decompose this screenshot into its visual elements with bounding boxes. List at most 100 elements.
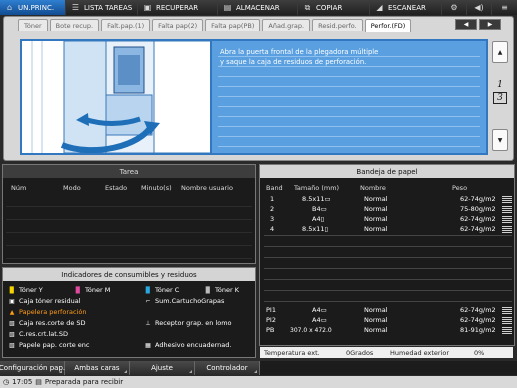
nav-recall-button[interactable]: ▣ RECUPERAR — [138, 0, 218, 15]
spine-staple-icon: ⊥ — [145, 319, 151, 327]
page-current: 1 — [497, 80, 503, 90]
scan-icon: ◢ — [376, 3, 383, 12]
temperature-label: Temperatura ext. — [264, 348, 320, 357]
cover-trim-icon: ▧ — [9, 341, 15, 349]
humidity-value: 0% — [474, 348, 485, 357]
adjustment-button[interactable]: Ajuste — [130, 361, 195, 375]
nav-copy-button[interactable]: ⧉ COPIAR — [298, 0, 370, 15]
tray-column-header: Nombre — [360, 184, 386, 192]
waste-toner-icon: ▣ — [9, 297, 15, 305]
arrow-left-icon: ◀ — [463, 21, 469, 28]
consumables-title: Indicadores de consumibles y residuos — [3, 268, 255, 281]
job-column-header: Estado — [105, 184, 128, 192]
tray-column-header: Tamaño (mm) — [294, 184, 340, 192]
job-column-header: Nombre usuario — [181, 184, 233, 192]
job-panel-title: Tarea — [3, 165, 255, 178]
nav-label: ALMACENAR — [236, 3, 280, 12]
consumable-item: ⌐ Sum.CartuchoGrapas — [143, 297, 224, 305]
job-list[interactable] — [6, 194, 252, 260]
tray-row[interactable]: 1 8.5x11▭ Normal 62-74g/m2 — [264, 195, 512, 204]
copy-icon: ⧉ — [304, 2, 311, 12]
consumable-item: ▧ Caja res.corte de SD — [7, 319, 85, 327]
toner-m-icon: ▉ — [75, 286, 81, 294]
store-icon: ▤ — [223, 3, 232, 12]
page-indicator: 1 3 — [492, 63, 508, 121]
tab-waste-box[interactable]: Bote recup. — [49, 19, 100, 31]
tab-punch-waste[interactable]: Resid.perfo. — [312, 19, 363, 31]
menu-icon: ≡ — [501, 3, 508, 12]
guidance-window: Tóner Bote recup. Falt.pap.(1) Falta pap… — [3, 16, 514, 161]
guidance-line — [218, 127, 480, 137]
tab-scroll-right-button[interactable]: ▶ — [479, 19, 501, 30]
glue-icon: ▦ — [145, 341, 151, 349]
consumables-panel: Indicadores de consumibles y residuos ▉ T… — [2, 267, 256, 358]
duplex-button[interactable]: Ambas caras — [65, 361, 130, 375]
home-icon: ⌂ — [6, 3, 13, 12]
guidance-line — [218, 67, 480, 77]
staple-icon: ⌐ — [145, 297, 151, 305]
temperature-value: 0Grados — [346, 348, 374, 357]
tab-paper-out-1[interactable]: Falt.pap.(1) — [101, 19, 151, 31]
tray-row[interactable]: 2 B4▭ Normal 75-80g/m2 — [264, 205, 512, 214]
paper-level-icon — [502, 206, 512, 213]
tray-row[interactable]: PI1 A4▭ Normal 62-74g/m2 — [264, 306, 512, 315]
consumable-item: ▉ Tóner K — [203, 286, 239, 294]
consumable-item: ▦ Adhesivo encuadernad. — [143, 341, 231, 349]
nav-job-list-button[interactable]: ☰ LISTA TAREAS — [66, 0, 138, 15]
list-icon: ☰ — [71, 3, 80, 12]
consumable-item: ▉ Tóner C — [143, 286, 180, 294]
status-time: 17:05 — [12, 378, 33, 386]
tray-row[interactable]: PB 307.0 x 472.0 Normal 81-91g/m2 — [264, 326, 512, 335]
paper-setting-button[interactable]: Configuración pap. — [0, 361, 65, 375]
recall-icon: ▣ — [143, 3, 152, 12]
guidance-line — [218, 97, 480, 107]
paper-level-icon — [502, 226, 512, 233]
job-column-header: Minuto(s) — [141, 184, 172, 192]
guidance-line — [218, 137, 480, 147]
consumable-item: ▣ Caja tóner residual — [7, 297, 80, 305]
page-up-button[interactable]: ▲ — [492, 41, 508, 63]
nav-label: LISTA TAREAS — [84, 3, 133, 12]
nav-scan-button[interactable]: ◢ ESCANEAR — [370, 0, 442, 15]
paper-tray-title: Bandeja de papel — [260, 165, 514, 178]
tab-scroll-left-button[interactable]: ◀ — [455, 19, 477, 30]
menu-button[interactable]: ≡ — [492, 0, 517, 15]
bottom-toolbar: Configuración pap. Ambas caras Ajuste Co… — [0, 361, 517, 375]
settings-button[interactable]: ⚙ — [442, 0, 467, 15]
page-total: 3 — [493, 92, 507, 104]
tray-row[interactable]: PI2 A4▭ Normal 62-74g/m2 — [264, 316, 512, 325]
printer-icon: ▤ — [35, 378, 42, 386]
nav-label: ESCANEAR — [388, 3, 426, 12]
nav-label: RECUPERAR — [156, 3, 199, 12]
paper-level-icon — [502, 216, 512, 223]
arrow-up-icon: ▲ — [497, 48, 503, 56]
tab-toner[interactable]: Tóner — [18, 19, 48, 31]
guidance-text: Abra la puerta frontal de la plegadora m… — [218, 47, 480, 147]
volume-button[interactable]: ◀) — [467, 0, 492, 15]
tab-paper-out-pb[interactable]: Falta pap(PB) — [205, 19, 261, 31]
tab-punch-fd[interactable]: Perfor.(FD) — [364, 19, 412, 32]
toner-y-icon: ▉ — [9, 286, 15, 294]
tray-column-header: Band — [266, 184, 283, 192]
status-message: Preparada para recibir — [44, 378, 124, 386]
status-bar: ◷ 17:05 ▤ Preparada para recibir — [0, 376, 517, 388]
environment-status: Temperatura ext. 0Grados Humedad exterio… — [260, 347, 513, 358]
job-column-header: Núm — [11, 184, 27, 192]
top-navigation: ⌂ UN.PRINC. ☰ LISTA TAREAS ▣ RECUPERAR ▤… — [0, 0, 517, 15]
nav-home-button[interactable]: ⌂ UN.PRINC. — [0, 0, 66, 15]
toner-k-icon: ▉ — [205, 286, 211, 294]
nav-store-button[interactable]: ▤ ALMACENAR — [218, 0, 298, 15]
gear-icon: ⚙ — [450, 3, 458, 12]
tab-add-staples[interactable]: Añad.grap. — [262, 19, 311, 31]
tab-paper-out-2[interactable]: Falta pap(2) — [152, 19, 204, 31]
paper-level-icon — [502, 196, 512, 203]
tray-row[interactable]: 3 A4▯ Normal 62-74g/m2 — [264, 215, 512, 224]
warning-icon: ▲ — [9, 308, 15, 316]
arrow-down-icon: ▼ — [497, 136, 503, 144]
guidance-line — [218, 107, 480, 117]
guidance-line: y saque la caja de residuos de perforaci… — [218, 57, 480, 67]
controller-button[interactable]: Controlador — [195, 361, 260, 375]
page-down-button[interactable]: ▼ — [492, 129, 508, 151]
tray-row[interactable]: 4 8.5x11▯ Normal 62-74g/m2 — [264, 225, 512, 234]
arrow-right-icon: ▶ — [487, 21, 493, 28]
